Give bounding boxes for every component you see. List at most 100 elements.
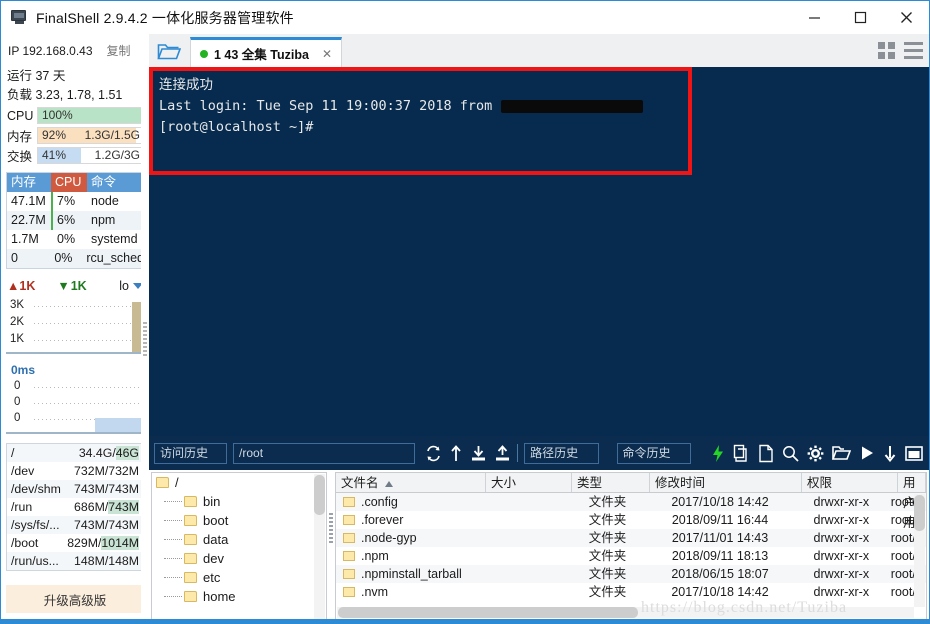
network-interface-selector[interactable]: lo (119, 279, 143, 293)
disk-total: 46G (115, 446, 139, 460)
window-icon[interactable] (905, 445, 923, 461)
command-history-input[interactable]: 命令历史 (616, 442, 691, 464)
grid-view-icon[interactable] (878, 42, 895, 59)
file-mtime: 2017/10/18 14:42 (671, 585, 769, 599)
table-row[interactable]: .nvm 文件夹 2017/10/18 14:42 drwxr-xr-x roo… (336, 583, 926, 601)
terminal-tab[interactable]: 1 43 全集 Tuziba ✕ (190, 37, 342, 67)
disk-path: /run/us... (11, 554, 59, 568)
tree-list-splitter[interactable] (329, 513, 333, 543)
file-transfer-toolbar: 访问历史 /root 路径历史 命令历史 (149, 436, 929, 470)
disk-used: 743M (74, 518, 105, 532)
download-down-icon[interactable] (883, 445, 897, 462)
tree-node-bin[interactable]: bin (152, 492, 326, 511)
memory-meter-percent: 92% (42, 128, 67, 142)
lightning-icon[interactable] (711, 444, 725, 463)
column-header-filename[interactable]: 文件名 (336, 473, 486, 492)
process-header-cpu[interactable]: CPU (51, 173, 87, 192)
play-icon[interactable] (859, 445, 875, 461)
copy-icon[interactable] (733, 444, 750, 463)
server-ip-bar: IP 192.168.0.43 复制 (1, 34, 149, 67)
process-table: 内存 CPU 命令 47.1M 7% node 22.7M 6% npm 1.7… (6, 172, 145, 269)
server-ip-label: IP 192.168.0.43 (8, 43, 93, 58)
gear-icon[interactable] (807, 445, 824, 462)
tree-node-root[interactable]: / (152, 473, 326, 492)
disk-used: 34.4G (78, 446, 113, 460)
terminal-scrollbar[interactable] (915, 67, 929, 436)
disk-used: 148M (74, 554, 105, 568)
disk-usage: 148M/148M (74, 554, 139, 568)
folder-icon (184, 572, 197, 583)
tree-scrollbar-thumb[interactable] (314, 475, 325, 515)
tree-node-label: etc (203, 570, 221, 585)
tree-node-label: bin (203, 494, 221, 509)
folder-icon (343, 569, 355, 579)
column-header-type[interactable]: 类型 (572, 473, 650, 492)
directory-tree[interactable]: / bin boot data dev etc home (151, 472, 327, 620)
tree-node-boot[interactable]: boot (152, 511, 326, 530)
upgrade-button[interactable]: 升级高级版 (6, 585, 144, 613)
table-row[interactable]: .npminstall_tarball 文件夹 2018/06/15 18:07… (336, 565, 926, 583)
tree-node-label: / (175, 475, 179, 490)
table-row[interactable]: .forever 文件夹 2018/09/11 16:44 drwxr-xr-x… (336, 511, 926, 529)
path-history-input[interactable]: 路径历史 (524, 442, 599, 464)
path-input[interactable]: /root (233, 442, 416, 464)
cpu-meter-percent: 100% (42, 108, 73, 122)
process-row[interactable]: 47.1M 7% node (7, 192, 144, 211)
process-header-memory[interactable]: 内存 (7, 173, 51, 192)
visit-history-input[interactable]: 访问历史 (154, 442, 228, 464)
file-name: .npminstall_tarball (361, 567, 462, 581)
file-list-hscrollbar-thumb[interactable] (338, 607, 638, 618)
upload-icon[interactable] (494, 444, 511, 462)
hamburger-menu-icon[interactable] (904, 42, 923, 59)
network-graph-tick: 1K (10, 333, 25, 345)
disk-row: /run/us... 148M/148M (7, 552, 143, 570)
connection-status-dot (200, 49, 208, 58)
table-row[interactable]: .config 文件夹 2017/10/18 14:42 drwxr-xr-x … (336, 493, 926, 511)
column-header-size[interactable]: 大小 (486, 473, 572, 492)
file-type: 文件夹 (588, 495, 627, 509)
column-header-mtime[interactable]: 修改时间 (650, 473, 802, 492)
paste-icon[interactable] (758, 444, 774, 463)
file-type: 文件夹 (588, 513, 627, 527)
column-header-owner[interactable]: 用户/用 (898, 473, 926, 530)
tree-node-home[interactable]: home (152, 587, 326, 606)
copy-ip-button[interactable]: 复制 (107, 42, 131, 59)
disk-row: /run 686M/743M (7, 498, 143, 516)
tree-node-dev[interactable]: dev (152, 549, 326, 568)
download-icon[interactable] (470, 445, 487, 462)
tab-label: 1 43 全集 Tuziba (214, 48, 309, 62)
column-header-permissions[interactable]: 权限 (802, 473, 898, 492)
terminal-panel[interactable]: 连接成功 Last login: Tue Sep 11 19:00:37 201… (149, 67, 929, 436)
sidebar-splitter[interactable] (141, 67, 149, 623)
search-icon[interactable] (782, 445, 799, 462)
refresh-icon[interactable] (425, 445, 442, 462)
disk-row: /dev 732M/732M (7, 462, 143, 480)
folder-open-icon[interactable] (831, 445, 851, 461)
process-header-command[interactable]: 命令 (87, 173, 144, 192)
file-list[interactable]: 文件名 大小 类型 修改时间 权限 用户/用 .config 文件夹 2017/… (335, 472, 927, 620)
tree-node-data[interactable]: data (152, 530, 326, 549)
tree-node-etc[interactable]: etc (152, 568, 326, 587)
upload-arrow-icon[interactable] (449, 444, 463, 462)
table-row[interactable]: .npm 文件夹 2018/09/11 18:13 drwxr-xr-x roo… (336, 547, 926, 565)
folder-icon (343, 587, 355, 597)
process-row[interactable]: 1.7M 0% systemd (7, 230, 144, 249)
disk-usage: 743M/743M (74, 518, 139, 532)
cpu-meter-row: CPU 100% (1, 106, 149, 125)
file-mtime: 2018/06/15 18:07 (671, 567, 769, 581)
close-button[interactable] (883, 1, 929, 34)
file-size (483, 583, 567, 601)
arrow-up-icon: ▲ (7, 278, 20, 293)
cpu-meter-label: CPU (7, 108, 34, 123)
process-row[interactable]: 0 0% rcu_sched (7, 249, 144, 268)
disk-row: /sys/fs/... 743M/743M (7, 516, 143, 534)
table-row[interactable]: .node-gyp 文件夹 2017/11/01 14:43 drwxr-xr-… (336, 529, 926, 547)
file-name: .node-gyp (361, 531, 417, 545)
tab-close-icon[interactable]: ✕ (322, 47, 332, 61)
file-list-scrollbar-thumb[interactable] (914, 495, 925, 531)
maximize-button[interactable] (837, 1, 883, 34)
open-folder-icon[interactable] (153, 38, 185, 65)
latency-graph-tick: 0 (14, 396, 21, 408)
process-row[interactable]: 22.7M 6% npm (7, 211, 144, 230)
minimize-button[interactable] (791, 1, 837, 34)
